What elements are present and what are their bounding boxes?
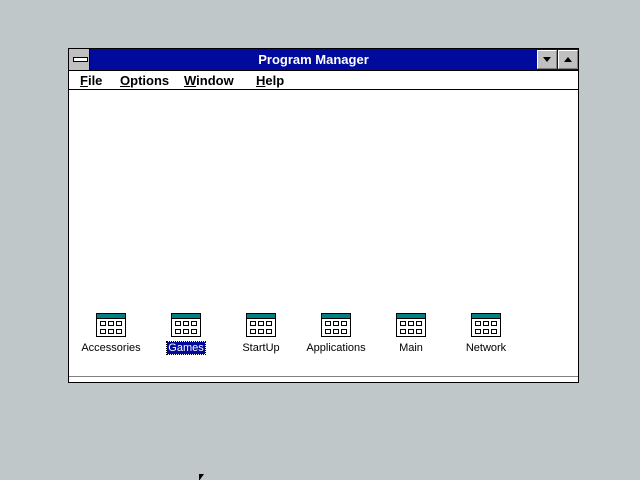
menu-bar: File Options Window Help <box>69 71 578 90</box>
menu-file-mnemonic: F <box>80 73 88 88</box>
group-label: Main <box>371 342 451 354</box>
program-group-icon <box>321 313 351 337</box>
group-label-text: Accessories <box>81 342 141 354</box>
group-icon-accessories[interactable]: Accessories <box>71 313 151 363</box>
program-group-icon <box>171 313 201 337</box>
group-icon-main[interactable]: Main <box>371 313 451 363</box>
program-group-icon <box>471 313 501 337</box>
group-icon-games[interactable]: Games <box>146 313 226 363</box>
menu-options-mnemonic: O <box>120 73 131 88</box>
control-menu-icon <box>73 57 88 62</box>
group-label: Accessories <box>71 342 151 354</box>
title-bar[interactable]: Program Manager <box>69 49 578 71</box>
group-label-text: Main <box>399 342 423 354</box>
menu-help[interactable]: Help <box>256 72 284 89</box>
minimize-button[interactable] <box>537 50 557 69</box>
group-label-text: StartUp <box>242 342 280 354</box>
program-group-icon <box>96 313 126 337</box>
menu-help-mnemonic: H <box>256 73 266 88</box>
group-label: Applications <box>296 342 376 354</box>
program-group-icon <box>246 313 276 337</box>
maximize-button[interactable] <box>558 50 578 69</box>
workspace-area[interactable]: Accessories Games StartUp Applications M… <box>69 90 578 382</box>
window-bottom-border <box>69 376 578 382</box>
group-label: Games <box>146 341 226 355</box>
menu-window[interactable]: Window <box>184 72 234 89</box>
program-group-icon <box>396 313 426 337</box>
group-label: Network <box>446 342 526 354</box>
menu-help-rest: elp <box>265 73 285 88</box>
group-label-text: Network <box>465 342 507 354</box>
menu-options[interactable]: Options <box>120 72 169 89</box>
group-icon-applications[interactable]: Applications <box>296 313 376 363</box>
menu-file[interactable]: File <box>80 72 102 89</box>
control-menu-box[interactable] <box>69 49 90 70</box>
group-label: StartUp <box>221 342 301 354</box>
mouse-pointer-icon <box>199 474 204 480</box>
group-icon-startup[interactable]: StartUp <box>221 313 301 363</box>
menu-file-rest: ile <box>87 73 103 88</box>
group-label-text: Applications <box>306 342 366 354</box>
maximize-arrow-icon <box>564 57 572 62</box>
group-label-text: Games <box>166 341 206 355</box>
menu-window-mnemonic: W <box>184 73 197 88</box>
window-title: Program Manager <box>258 52 369 67</box>
menu-window-rest: indow <box>196 73 234 88</box>
menu-options-rest: ptions <box>130 73 170 88</box>
program-manager-window: Program Manager File Options Window Help <box>68 48 579 383</box>
desktop[interactable]: Program Manager File Options Window Help <box>0 0 640 480</box>
group-icon-network[interactable]: Network <box>446 313 526 363</box>
minimize-arrow-icon <box>543 57 551 62</box>
